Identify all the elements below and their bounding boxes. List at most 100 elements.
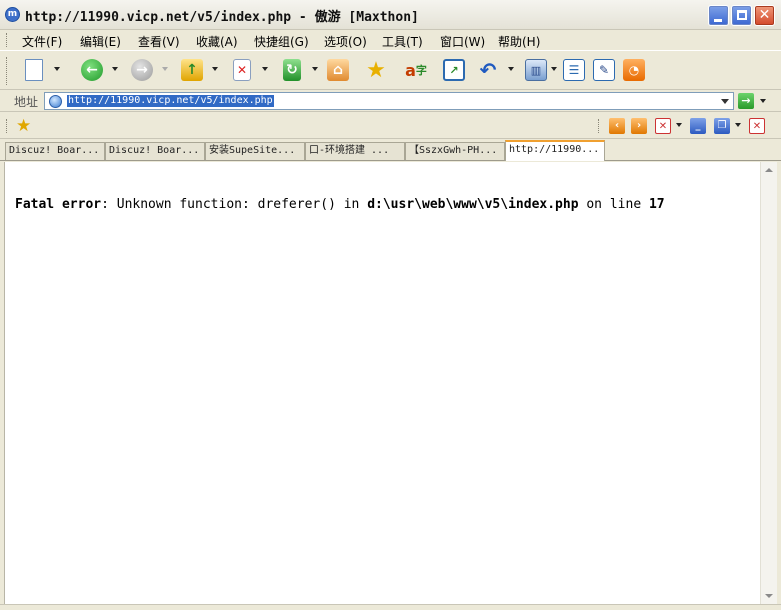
tab-active[interactable]: http://11990... bbox=[505, 140, 605, 161]
scroll-down-button[interactable] bbox=[761, 588, 777, 604]
php-error-message: Fatal error: Unknown function: dreferer(… bbox=[15, 197, 665, 212]
filter-dropdown-icon[interactable] bbox=[551, 67, 557, 71]
error-message: : Unknown function: dreferer() in bbox=[101, 197, 368, 212]
scroll-up-arrow-icon bbox=[765, 168, 773, 172]
up-button[interactable]: ↑ bbox=[178, 56, 206, 84]
filter-icon: ▥ bbox=[525, 59, 547, 81]
minimize-icon bbox=[714, 19, 722, 22]
undo-dropdown-icon[interactable] bbox=[508, 67, 514, 71]
back-icon: ← bbox=[81, 59, 103, 81]
menu-help[interactable]: 帮助(H) bbox=[498, 33, 540, 50]
error-line-number: 17 bbox=[648, 197, 665, 212]
maximize-icon bbox=[737, 10, 747, 20]
close-tab-dropdown-icon[interactable] bbox=[676, 123, 682, 127]
next-tab-icon[interactable]: › bbox=[631, 118, 647, 134]
edit-button[interactable]: ✎ bbox=[590, 56, 618, 84]
page-globe-icon bbox=[49, 95, 62, 108]
scroll-up-button[interactable] bbox=[761, 162, 777, 178]
scroll-down-arrow-icon bbox=[765, 594, 773, 598]
tab-minimize-icon[interactable]: _ bbox=[690, 118, 706, 134]
toolbar-grip[interactable] bbox=[6, 57, 9, 85]
forward-dropdown-icon[interactable] bbox=[162, 67, 168, 71]
error-on-line-text: on line bbox=[578, 197, 649, 212]
add-favorite-star-icon[interactable]: ★ bbox=[16, 116, 31, 136]
favorites-bar: ★ ‹ › ✕ _ ❐ ✕ bbox=[0, 113, 781, 139]
up-dropdown-icon[interactable] bbox=[212, 67, 218, 71]
refresh-icon: ↻ bbox=[283, 59, 301, 81]
screen-capture-icon: ↗ bbox=[443, 59, 465, 81]
favorites-star-icon: ★ bbox=[366, 57, 386, 83]
go-arrow-icon: → bbox=[741, 94, 751, 107]
rss-button[interactable]: ◔ bbox=[620, 56, 648, 84]
tabtools-grip[interactable] bbox=[598, 119, 601, 133]
back-button[interactable]: ← bbox=[78, 56, 106, 84]
status-bar bbox=[0, 604, 781, 610]
error-file-path: d:\usr\web\www\v5\index.php bbox=[367, 197, 579, 212]
close-all-icon[interactable]: ✕ bbox=[749, 118, 765, 134]
up-folder-icon: ↑ bbox=[181, 59, 203, 81]
stop-button[interactable]: ✕ bbox=[228, 56, 256, 84]
sidebar-button[interactable]: ☰ bbox=[560, 56, 588, 84]
menu-favorites[interactable]: 收藏(A) bbox=[196, 33, 238, 50]
favorites-button[interactable]: ★ bbox=[362, 56, 390, 84]
undo-icon: ↶ bbox=[479, 58, 497, 82]
address-bar: 地址 http://11990.vicp.net/v5/index.php → bbox=[0, 90, 781, 112]
minimize-button[interactable] bbox=[708, 5, 729, 26]
home-button[interactable]: ⌂ bbox=[324, 56, 352, 84]
rss-icon: ◔ bbox=[623, 59, 645, 81]
home-icon: ⌂ bbox=[327, 59, 349, 81]
translate-icon: a字 bbox=[405, 60, 427, 80]
edit-icon: ✎ bbox=[593, 59, 615, 81]
address-url[interactable]: http://11990.vicp.net/v5/index.php bbox=[67, 95, 274, 107]
tab[interactable]: Discuz! Boar... bbox=[5, 142, 105, 160]
maximize-button[interactable] bbox=[731, 5, 752, 26]
menu-window[interactable]: 窗口(W) bbox=[440, 33, 485, 50]
forward-icon: → bbox=[131, 59, 153, 81]
page-content: Fatal error: Unknown function: dreferer(… bbox=[4, 162, 760, 604]
menu-view[interactable]: 查看(V) bbox=[138, 33, 180, 50]
stop-dropdown-icon[interactable] bbox=[262, 67, 268, 71]
tab-restore-icon[interactable]: ❐ bbox=[714, 118, 730, 134]
tab-restore-dropdown-icon[interactable] bbox=[735, 123, 741, 127]
tab[interactable]: 口-环境搭建 ... bbox=[305, 142, 405, 160]
window-title: http://11990.vicp.net/v5/index.php - 傲游 … bbox=[25, 10, 419, 25]
address-history-dropdown-icon[interactable] bbox=[721, 99, 729, 104]
title-bar: m http://11990.vicp.net/v5/index.php - 傲… bbox=[0, 0, 781, 30]
error-prefix: Fatal error bbox=[15, 197, 102, 212]
forward-button[interactable]: → bbox=[128, 56, 156, 84]
tab[interactable]: 【SszxGwh-PH... bbox=[405, 142, 505, 160]
menu-groups[interactable]: 快捷组(G) bbox=[254, 33, 309, 50]
go-button[interactable]: → bbox=[738, 93, 754, 109]
close-button[interactable]: ✕ bbox=[754, 5, 775, 26]
prev-tab-icon[interactable]: ‹ bbox=[609, 118, 625, 134]
menu-tools[interactable]: 工具(T) bbox=[382, 33, 423, 50]
new-page-dropdown-icon[interactable] bbox=[54, 67, 60, 71]
tab[interactable]: Discuz! Boar... bbox=[105, 142, 205, 160]
main-toolbar: ← → ↑ ✕ ↻ ⌂ ★ a字 ↗ ↶ ▥ ☰ ✎ ◔ bbox=[0, 50, 781, 90]
new-page-button[interactable] bbox=[20, 56, 48, 84]
translate-button[interactable]: a字 bbox=[402, 56, 430, 84]
vertical-scrollbar[interactable] bbox=[760, 162, 777, 604]
favbar-grip[interactable] bbox=[6, 119, 9, 133]
go-dropdown-icon[interactable] bbox=[760, 99, 766, 103]
tab-bar: Discuz! Boar... Discuz! Boar... 安装SupeSi… bbox=[0, 139, 781, 161]
refresh-dropdown-icon[interactable] bbox=[312, 67, 318, 71]
screen-capture-button[interactable]: ↗ bbox=[440, 56, 468, 84]
sidebar-icon: ☰ bbox=[563, 59, 585, 81]
maxthon-logo-icon: m bbox=[5, 7, 20, 22]
undo-button[interactable]: ↶ bbox=[474, 56, 502, 84]
menubar-grip[interactable] bbox=[6, 33, 9, 47]
refresh-button[interactable]: ↻ bbox=[278, 56, 306, 84]
filter-button[interactable]: ▥ bbox=[522, 56, 550, 84]
menu-file[interactable]: 文件(F) bbox=[22, 33, 62, 50]
stop-icon: ✕ bbox=[233, 59, 251, 81]
address-label: 地址 bbox=[14, 95, 39, 109]
menu-options[interactable]: 选项(O) bbox=[324, 33, 367, 50]
tab[interactable]: 安装SupeSite... bbox=[205, 142, 305, 160]
address-input[interactable]: http://11990.vicp.net/v5/index.php bbox=[44, 92, 734, 110]
close-tab-icon[interactable]: ✕ bbox=[655, 118, 671, 134]
back-dropdown-icon[interactable] bbox=[112, 67, 118, 71]
menu-edit[interactable]: 编辑(E) bbox=[80, 33, 121, 50]
close-icon: ✕ bbox=[758, 7, 771, 23]
menu-bar: 文件(F) 编辑(E) 查看(V) 收藏(A) 快捷组(G) 选项(O) 工具(… bbox=[0, 30, 781, 50]
